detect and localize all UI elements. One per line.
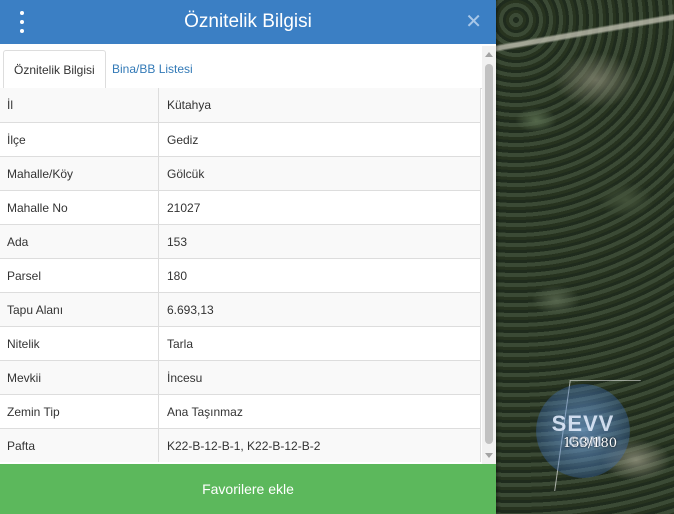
panel-title: Öznitelik Bilgisi	[184, 11, 312, 32]
tab-bar: Öznitelik Bilgisi Bina/BB Listesi	[0, 44, 482, 90]
row-value: K22-B-12-B-1, K22-B-12-B-2	[158, 428, 481, 462]
table-row: İlçe Gediz	[0, 122, 481, 157]
row-key: İlçe	[0, 122, 159, 157]
table-row: Zemin Tip Ana Taşınmaz	[0, 394, 481, 429]
table-row: Nitelik Tarla	[0, 326, 481, 361]
row-key: Zemin Tip	[0, 394, 159, 429]
row-value: 180	[158, 258, 481, 293]
table-row: Mahalle No 21027	[0, 190, 481, 225]
row-value: Gölcük	[158, 156, 481, 191]
attribute-table: İl Kütahya İlçe Gediz Mahalle/Köy Gölcük…	[0, 88, 481, 462]
close-icon[interactable]: ✕	[465, 9, 482, 34]
tab-attribute-info[interactable]: Öznitelik Bilgisi	[3, 50, 106, 90]
scroll-up-arrow-icon[interactable]	[485, 52, 493, 57]
table-row: Tapu Alanı 6.693,13	[0, 292, 481, 327]
parcel-label: 153/180	[563, 436, 618, 451]
row-value: 21027	[158, 190, 481, 225]
table-row: Mevkii İncesu	[0, 360, 481, 395]
table-row: İl Kütahya	[0, 88, 481, 123]
row-value: Gediz	[158, 122, 481, 157]
watermark-logo: SEVV .COM	[536, 384, 630, 478]
row-value: 6.693,13	[158, 292, 481, 327]
row-key: Mahalle/Köy	[0, 156, 159, 191]
attribute-table-wrap: İl Kütahya İlçe Gediz Mahalle/Köy Gölcük…	[0, 88, 482, 464]
row-key: Pafta	[0, 428, 159, 462]
tab-building-list[interactable]: Bina/BB Listesi	[102, 50, 203, 87]
row-key: Parsel	[0, 258, 159, 293]
kebab-menu-icon[interactable]	[17, 11, 27, 33]
row-key: Ada	[0, 224, 159, 259]
table-row: Pafta K22-B-12-B-1, K22-B-12-B-2	[0, 428, 481, 462]
scroll-thumb[interactable]	[485, 64, 493, 444]
vertical-scrollbar[interactable]	[482, 46, 496, 464]
table-row: Ada 153	[0, 224, 481, 259]
table-row: Parsel 180	[0, 258, 481, 293]
row-key: Nitelik	[0, 326, 159, 361]
add-to-favorites-button[interactable]: Favorilere ekle	[0, 464, 496, 514]
row-value: Kütahya	[158, 88, 481, 123]
map-road	[496, 0, 674, 80]
row-value: Ana Taşınmaz	[158, 394, 481, 429]
attribute-panel: Öznitelik Bilgisi ✕ Öznitelik Bilgisi Bi…	[0, 0, 496, 514]
row-key: İl	[0, 88, 159, 123]
panel-header: Öznitelik Bilgisi ✕	[0, 0, 496, 44]
row-value: Tarla	[158, 326, 481, 361]
row-key: Mevkii	[0, 360, 159, 395]
watermark-text-1: SEVV	[551, 411, 615, 436]
row-value: İncesu	[158, 360, 481, 395]
scroll-down-arrow-icon[interactable]	[485, 453, 493, 458]
table-row: Mahalle/Köy Gölcük	[0, 156, 481, 191]
row-key: Tapu Alanı	[0, 292, 159, 327]
row-value: 153	[158, 224, 481, 259]
row-key: Mahalle No	[0, 190, 159, 225]
